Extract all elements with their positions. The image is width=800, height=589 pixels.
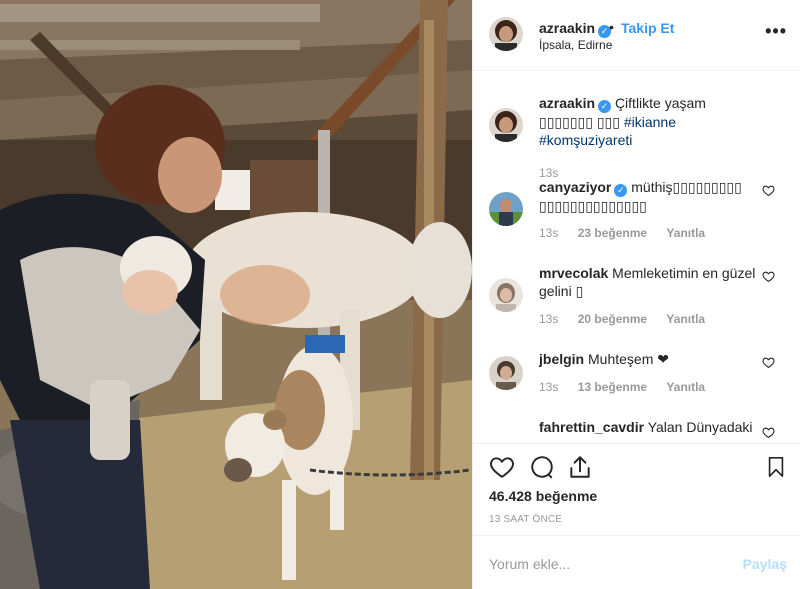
avatar-image [489,192,523,226]
post-photo[interactable] [0,0,472,589]
comment-body: jbelgin Muhteşem ❤ [539,350,759,368]
author-username-text[interactable]: azraakin [539,20,595,36]
comment-body: mrvecolak Memleketimin en güzel gelini ▯ [539,264,759,300]
more-options-icon[interactable]: ••• [765,22,787,40]
comment-bubble-icon[interactable] [529,454,555,480]
header-separator: • [609,19,614,35]
share-upload-icon[interactable] [567,454,593,480]
likes-count[interactable]: 46.428 beğenme [489,488,597,504]
comment-item: jbelgin Muhteşem ❤ 13s 13 beğenme Yanıtl… [473,350,800,410]
avatar-image [489,108,523,142]
post-actions: 46.428 beğenme 13 SAAT ÖNCE [473,443,800,535]
follow-button[interactable]: Takip Et [621,20,674,36]
comment-item: fahrettin_cavdir Yalan Dünyadaki [473,418,800,442]
comment-meta: 13s 23 beğenme Yanıtla [539,226,721,240]
verified-badge-icon: ✓ [598,100,612,113]
comment-likes[interactable]: 20 beğenme [578,312,647,326]
post-header: azraakin ✓ • Takip Et İpsala, Edirne ••• [473,0,800,71]
comment-username[interactable]: fahrettin_cavdir [539,419,644,435]
save-bookmark-icon[interactable] [765,454,787,480]
add-comment-bar: Paylaş [473,535,800,589]
comment-item: canyaziyor ✓ müthiş▯▯▯▯▯▯▯▯▯ ▯▯▯▯▯▯▯▯▯▯▯▯… [473,178,800,248]
avatar-image [489,356,523,390]
barn-photo-illustration [0,0,472,589]
like-comment-heart-icon[interactable] [762,426,775,439]
like-comment-heart-icon[interactable] [762,356,775,369]
post-time-ago[interactable]: 13 SAAT ÖNCE [489,514,562,525]
comment-username[interactable]: jbelgin [539,351,584,367]
comment-text: Yalan Dünyadaki [647,419,753,435]
comment-text: Muhteşem ❤ [588,351,669,367]
comment-meta: 13s 13 beğenme Yanıtla [539,380,721,394]
comment-username[interactable]: canyaziyor [539,179,611,195]
avatar-image [489,278,523,312]
comment-username[interactable]: azraakin [539,95,595,111]
comment-time[interactable]: 13s [539,226,558,240]
comment-meta: 13s 20 beğenme Yanıtla [539,312,721,326]
comments-list[interactable]: azraakin ✓ Çiftlikte yaşam ▯▯▯▯▯▯▯ ▯▯▯ #i… [473,72,800,442]
comment-time[interactable]: 13s [539,312,558,326]
like-comment-heart-icon[interactable] [762,270,775,283]
caption-comment: azraakin ✓ Çiftlikte yaşam ▯▯▯▯▯▯▯ ▯▯▯ #i… [473,94,800,180]
comment-avatar[interactable] [489,278,523,312]
comment-body: azraakin ✓ Çiftlikte yaşam ▯▯▯▯▯▯▯ ▯▯▯ #i… [539,94,759,149]
comment-item: mrvecolak Memleketimin en güzel gelini ▯… [473,264,800,334]
comment-username[interactable]: mrvecolak [539,265,608,281]
author-username[interactable]: azraakin ✓ [539,20,612,38]
verified-badge-icon: ✓ [614,184,628,197]
reply-button[interactable]: Yanıtla [666,226,705,240]
comment-avatar[interactable] [489,108,523,142]
comment-body: canyaziyor ✓ müthiş▯▯▯▯▯▯▯▯▯ ▯▯▯▯▯▯▯▯▯▯▯▯… [539,178,759,215]
post-side-panel: azraakin ✓ • Takip Et İpsala, Edirne ••• … [472,0,800,589]
like-heart-icon[interactable] [489,454,515,480]
like-comment-heart-icon[interactable] [762,184,775,197]
comment-likes[interactable]: 23 beğenme [578,226,647,240]
comment-likes[interactable]: 13 beğenme [578,380,647,394]
reply-button[interactable]: Yanıtla [666,312,705,326]
author-avatar-image [489,17,523,51]
reply-button[interactable]: Yanıtla [666,380,705,394]
comment-input[interactable] [489,554,729,574]
comment-time[interactable]: 13s [539,380,558,394]
post-comment-button[interactable]: Paylaş [743,556,787,572]
comment-avatar[interactable] [489,356,523,390]
author-avatar[interactable] [489,17,523,51]
post-location[interactable]: İpsala, Edirne [539,38,612,52]
comment-avatar[interactable] [489,192,523,226]
comment-body: fahrettin_cavdir Yalan Dünyadaki [539,418,769,436]
